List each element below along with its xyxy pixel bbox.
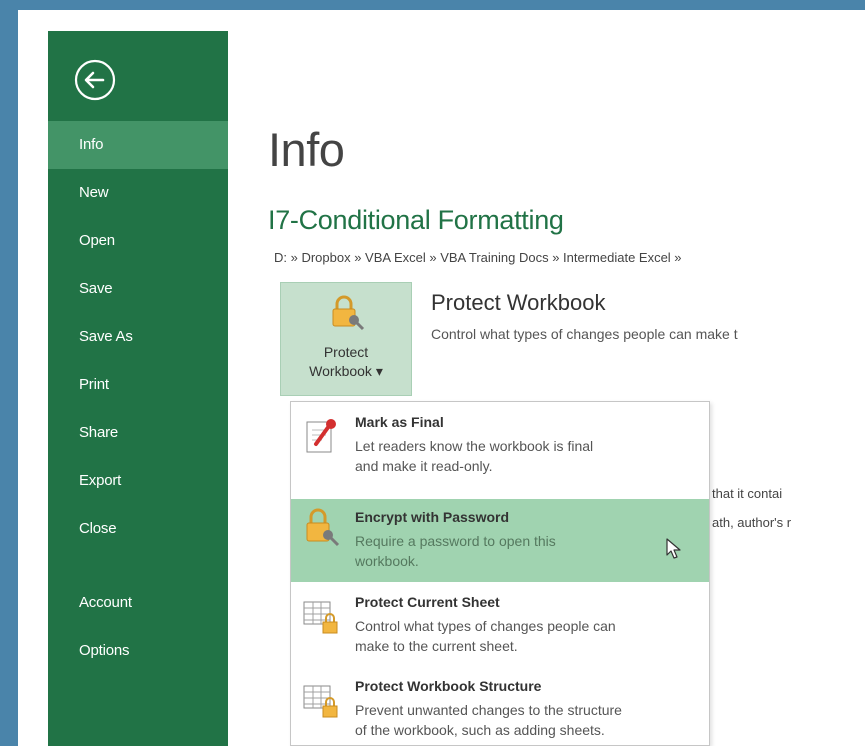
- mark-as-final-desc-line2: and make it read-only.: [355, 458, 493, 474]
- protect-workbook-dropdown: Mark as Final Let readers know the workb…: [290, 401, 710, 746]
- menu-item-mark-as-final[interactable]: Mark as Final Let readers know the workb…: [291, 402, 709, 490]
- nav-item-options[interactable]: Options: [48, 627, 228, 675]
- back-arrow-icon: [74, 59, 116, 101]
- structure-lock-icon: [303, 685, 338, 718]
- protect-workbook-label: Protect Workbook ▾: [309, 344, 383, 379]
- nav-item-save-as[interactable]: Save As: [48, 313, 228, 361]
- nav-item-new[interactable]: New: [48, 169, 228, 217]
- nav-item-save[interactable]: Save: [48, 265, 228, 313]
- sheet-lock-icon: [303, 601, 338, 634]
- protect-workbook-structure-title: Protect Workbook Structure: [355, 678, 542, 694]
- backstage-nav: Info New Open Save Save As Print Share E…: [48, 121, 228, 675]
- info-panel: Info I7-Conditional Formatting D: » Drop…: [228, 10, 865, 746]
- nav-item-share[interactable]: Share: [48, 409, 228, 457]
- nav-item-print[interactable]: Print: [48, 361, 228, 409]
- inspect-text-partial-1: that it contai: [712, 486, 783, 501]
- encrypt-with-password-title: Encrypt with Password: [355, 509, 510, 525]
- encrypt-with-password-desc-line2: workbook.: [355, 553, 419, 569]
- protect-workbook-heading: Protect Workbook: [431, 290, 606, 315]
- lock-key-icon: [306, 508, 340, 547]
- protect-current-sheet-title: Protect Current Sheet: [355, 594, 500, 610]
- menu-item-protect-workbook-structure[interactable]: Protect Workbook Structure Prevent unwan…: [291, 668, 709, 746]
- mark-as-final-desc-line1: Let readers know the workbook is final: [355, 438, 594, 454]
- menu-item-encrypt-with-password[interactable]: Encrypt with Password Require a password…: [291, 499, 709, 582]
- protect-workbook-description: Control what types of changes people can…: [431, 326, 738, 342]
- mark-as-final-title: Mark as Final: [355, 414, 444, 430]
- inspect-text-partial-2: ath, author's r: [712, 515, 792, 530]
- protect-workbook-structure-desc-line2: of the workbook, such as adding sheets.: [355, 722, 605, 738]
- nav-item-account[interactable]: Account: [48, 579, 228, 627]
- protect-current-sheet-desc-line2: make to the current sheet.: [355, 638, 518, 654]
- nav-item-close[interactable]: Close: [48, 505, 228, 553]
- nav-item-info[interactable]: Info: [48, 121, 228, 169]
- mouse-cursor-icon: [666, 538, 681, 559]
- back-button[interactable]: [72, 57, 118, 103]
- page-title: Info: [268, 123, 345, 176]
- protect-workbook-structure-desc-line1: Prevent unwanted changes to the structur…: [355, 702, 622, 718]
- file-path-breadcrumb[interactable]: D: » Dropbox » VBA Excel » VBA Training …: [274, 250, 682, 265]
- menu-item-protect-current-sheet[interactable]: Protect Current Sheet Control what types…: [291, 584, 709, 668]
- nav-separator: [48, 553, 228, 579]
- encrypt-with-password-desc-line1: Require a password to open this: [355, 533, 556, 549]
- excel-backstage-window: Info New Open Save Save As Print Share E…: [18, 10, 865, 746]
- nav-item-export[interactable]: Export: [48, 457, 228, 505]
- file-name: I7-Conditional Formatting: [268, 205, 564, 235]
- lock-key-icon: [332, 295, 365, 331]
- protect-workbook-button[interactable]: Protect Workbook ▾: [280, 282, 412, 396]
- nav-item-open[interactable]: Open: [48, 217, 228, 265]
- mark-final-icon: [306, 419, 336, 453]
- backstage-sidebar: Info New Open Save Save As Print Share E…: [48, 31, 228, 746]
- protect-current-sheet-desc-line1: Control what types of changes people can: [355, 618, 616, 634]
